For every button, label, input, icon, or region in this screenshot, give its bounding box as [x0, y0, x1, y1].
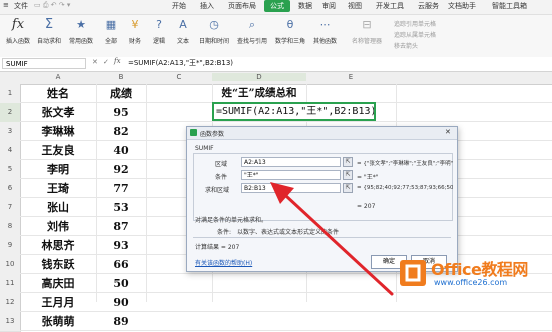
- row-header[interactable]: 13: [0, 312, 21, 332]
- watermark-title: Office教程网: [431, 260, 528, 279]
- office-logo-icon: [400, 260, 426, 286]
- arrow-shaft: [284, 194, 394, 296]
- cell-name[interactable]: 张萌萌: [20, 312, 96, 331]
- cell-score[interactable]: 89: [96, 312, 146, 331]
- watermark: Office教程网 www.office26.com: [398, 254, 552, 302]
- watermark-url: www.office26.com: [434, 278, 508, 287]
